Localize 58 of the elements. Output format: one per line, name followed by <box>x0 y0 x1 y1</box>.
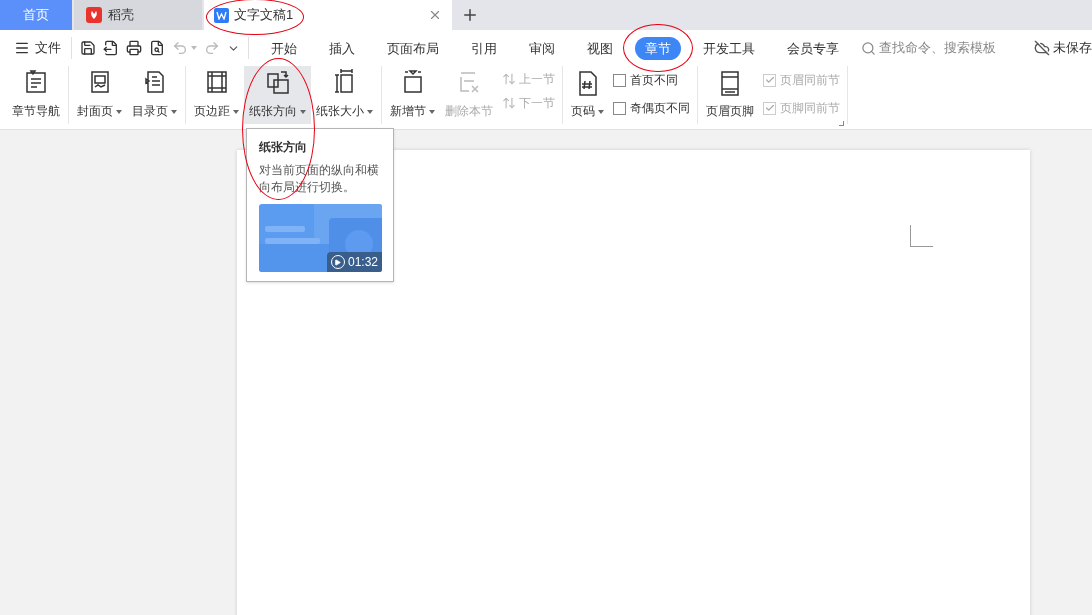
export-icon[interactable] <box>103 40 119 56</box>
ribbon-button[interactable]: 纸张方向 <box>244 66 311 124</box>
ribbon-tab[interactable]: 会员专享 <box>777 36 849 61</box>
dialog-launcher-icon[interactable] <box>839 121 844 126</box>
section-arrow-icon <box>502 72 516 86</box>
checkbox-option[interactable]: 奇偶页不同 <box>613 99 690 117</box>
ribbon-button[interactable]: 页边距 <box>189 66 244 124</box>
file-menu-button[interactable]: 文件 <box>14 38 71 58</box>
search-icon <box>861 40 876 56</box>
ribbon-button[interactable]: 页码 <box>566 66 609 124</box>
checkbox[interactable] <box>613 73 626 87</box>
caret-icon <box>233 109 239 114</box>
checkbox-option[interactable]: 首页不同 <box>613 71 690 89</box>
chapter-nav-icon <box>23 69 49 95</box>
undo-icon[interactable] <box>172 40 188 56</box>
ribbon-button[interactable]: 目录页 <box>127 66 182 124</box>
save-status[interactable]: 未保存 <box>1053 38 1092 58</box>
checkbox[interactable] <box>613 101 626 115</box>
margin-corner-icon <box>910 225 933 247</box>
print-icon[interactable] <box>126 40 142 56</box>
caret-icon <box>191 46 197 50</box>
menu-icon <box>14 40 30 56</box>
close-icon[interactable] <box>428 8 442 22</box>
ribbon-tab[interactable]: 插入 <box>319 36 365 61</box>
search-placeholder: 查找命令、搜索模板 <box>879 39 996 58</box>
video-duration: 01:32 <box>347 254 378 271</box>
section-arrow-icon <box>502 96 516 110</box>
ribbon-button[interactable]: 纸张大小 <box>311 66 378 124</box>
tab-label: 稻壳 <box>108 6 134 25</box>
ribbon-button[interactable]: 页眉页脚 <box>701 66 759 124</box>
tab-label: 首页 <box>23 6 49 25</box>
tooltip-title: 纸张方向 <box>259 139 308 156</box>
ribbon-tab[interactable]: 开始 <box>261 36 307 61</box>
redo-icon[interactable] <box>204 40 220 56</box>
search-field[interactable]: 查找命令、搜索模板 <box>861 38 996 58</box>
caret-icon <box>367 109 373 114</box>
document-logo-icon <box>214 7 229 23</box>
ribbon-tab[interactable]: 页面布局 <box>377 36 449 61</box>
caret-icon <box>171 109 177 114</box>
ribbon-button[interactable]: 新增节 <box>385 66 440 124</box>
ribbon-tab[interactable]: 审阅 <box>519 36 565 61</box>
caret-icon <box>300 109 306 114</box>
flame-logo-icon <box>86 7 102 23</box>
caret-icon <box>116 109 122 114</box>
ribbon-button[interactable]: 封面页 <box>72 66 127 124</box>
tab-label: 文字文稿1 <box>234 6 294 25</box>
window-tab[interactable]: 稻壳 <box>74 0 202 30</box>
ribbon-tab[interactable]: 视图 <box>577 36 623 61</box>
plus-icon <box>461 6 479 24</box>
caret-icon <box>598 109 604 114</box>
ribbon-button[interactable]: 章节导航 <box>7 66 65 124</box>
ribbon-tab[interactable]: 引用 <box>461 36 507 61</box>
ribbon-tab[interactable]: 章节 <box>635 36 681 61</box>
preview-icon[interactable] <box>149 40 165 56</box>
ribbon-tab[interactable]: 开发工具 <box>693 36 765 61</box>
caret-icon <box>429 109 435 114</box>
save-icon[interactable] <box>80 40 96 56</box>
cloud-icon <box>1034 40 1050 56</box>
